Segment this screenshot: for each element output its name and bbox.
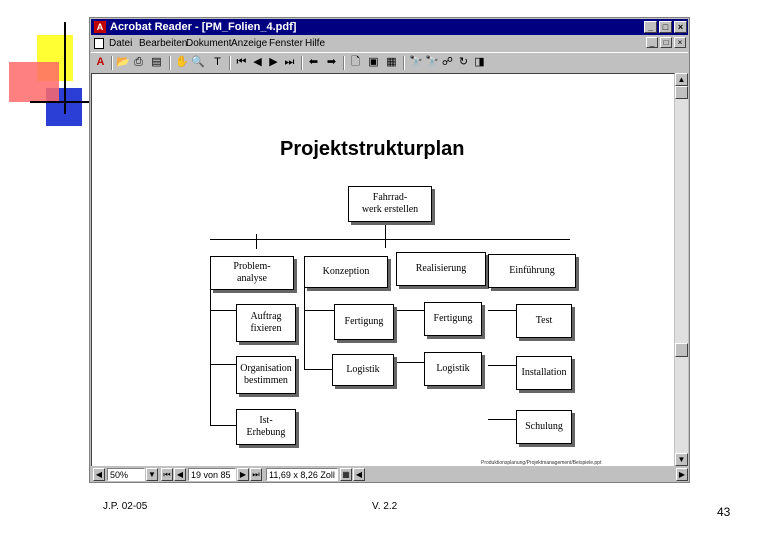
thumbnails-icon[interactable]: ◨ (473, 56, 486, 69)
wbs-box-installation: Installation (516, 356, 572, 390)
slide-page-number: 43 (717, 505, 731, 519)
toolbar-separator (343, 56, 345, 70)
wbs-root-box: Fahrrad- werk erstellen (348, 186, 432, 222)
scroll-left-small-button[interactable]: ◀ (353, 468, 365, 481)
connector-line (488, 310, 516, 311)
doc-close-button[interactable]: × (674, 37, 686, 48)
navigation-pane-icon[interactable]: ▤ (150, 56, 163, 69)
doc-maximize-button[interactable]: □ (660, 37, 672, 48)
wbs-box-konzeption-fertigung: Fertigung (334, 304, 394, 340)
page-size-field: 11,69 x 8,26 Zoll (266, 468, 338, 481)
previous-page-icon[interactable]: ◀ (251, 56, 264, 69)
menu-item-datei[interactable]: Datei (109, 36, 132, 51)
rotate-icon[interactable]: ↻ (457, 56, 470, 69)
scroll-up-button[interactable]: ▲ (675, 73, 688, 86)
first-page-button[interactable]: ⏮ (161, 468, 173, 481)
menu-bar: Datei Bearbeiten Dokument Anzeige Fenste… (91, 36, 688, 51)
zoom-tool-icon[interactable]: 🔍 (191, 56, 205, 69)
acrobat-icon: A (94, 21, 106, 33)
connector-line (392, 362, 424, 363)
close-button[interactable]: × (674, 21, 687, 33)
toolbar-separator (169, 56, 171, 70)
wbs-box-organisation: Organisation bestimmen (236, 356, 296, 394)
wbs-box-einfuehrung: Einführung (488, 254, 576, 288)
page-layout-button[interactable]: ▦ (340, 468, 352, 481)
document-icon[interactable] (94, 38, 104, 49)
deco-horizontal-line (30, 101, 90, 103)
vertical-scrollbar[interactable]: ▲ ▼ (675, 73, 688, 466)
scroll-down-button[interactable]: ▼ (675, 453, 688, 466)
scroll-left-button[interactable]: ◀ (93, 468, 105, 481)
wbs-box-ist-erhebung: Ist- Erhebung (236, 409, 296, 445)
menu-item-anzeige[interactable]: Anzeige (231, 36, 267, 51)
title-bar[interactable]: A Acrobat Reader - [PM_Folien_4.pdf] _ □… (91, 19, 688, 35)
wbs-box-schulung: Schulung (516, 410, 572, 444)
text-select-icon[interactable]: T (211, 56, 224, 69)
hand-tool-icon[interactable]: ✋ (175, 56, 189, 69)
wbs-box-realisierung-logistik: Logistik (424, 352, 482, 386)
toolbar: A 📂 ⎙ ▤ ✋ 🔍 T ⏮ ◀ ▶ ⏭ ⬅ ➡ 🗋 ▣ ▦ 🔭 🔭 ☍ ↻ … (91, 52, 688, 74)
menu-item-dokument[interactable]: Dokument (186, 36, 232, 51)
print-icon[interactable]: ⎙ (132, 56, 145, 69)
wbs-box-problemanalyse: Problem- analyse (210, 256, 294, 290)
scroll-right-button[interactable]: ▶ (676, 468, 688, 481)
deco-red-square (9, 62, 59, 102)
maximize-button[interactable]: □ (659, 21, 672, 33)
next-page-button[interactable]: ▶ (237, 468, 249, 481)
fit-page-icon[interactable]: ▣ (367, 56, 380, 69)
wbs-box-realisierung: Realisierung (396, 252, 486, 286)
menu-item-bearbeiten[interactable]: Bearbeiten (139, 36, 187, 51)
toolbar-separator (229, 56, 231, 70)
connector-line (304, 369, 334, 370)
connector-line (488, 419, 516, 420)
toolbar-separator (301, 56, 303, 70)
forward-icon[interactable]: ➡ (325, 56, 338, 69)
wbs-box-konzeption: Konzeption (304, 256, 388, 288)
wbs-box-realisierung-fertigung: Fertigung (424, 302, 482, 336)
wbs-box-test: Test (516, 304, 572, 338)
find-icon[interactable]: 🔭 (409, 56, 423, 69)
menu-item-fenster[interactable]: Fenster (269, 36, 303, 51)
zoom-dropdown-button[interactable]: ▼ (146, 468, 158, 481)
minimize-button[interactable]: _ (644, 21, 657, 33)
open-icon[interactable]: 📂 (116, 56, 130, 69)
last-page-icon[interactable]: ⏭ (283, 56, 296, 69)
last-page-button[interactable]: ⏭ (250, 468, 262, 481)
scroll-thumb[interactable] (675, 343, 688, 357)
document-view[interactable]: Projektstrukturplan Fahrrad- werk erstel… (91, 73, 674, 466)
search-icon[interactable]: 🔭 (425, 56, 439, 69)
status-bar: ◀ 50% ▼ ⏮ ◀ 19 von 85 ▶ ⏭ 11,69 x 8,26 Z… (91, 467, 688, 482)
connector-line (210, 239, 570, 240)
zoom-field[interactable]: 50% (107, 468, 145, 481)
fit-width-icon[interactable]: ▦ (385, 56, 398, 69)
wbs-box-konzeption-logistik: Logistik (332, 354, 394, 386)
acrobat-window: A Acrobat Reader - [PM_Folien_4.pdf] _ □… (89, 17, 690, 483)
menu-item-hilfe[interactable]: Hilfe (305, 36, 325, 51)
web-link-icon[interactable]: ☍ (441, 56, 454, 69)
actual-size-icon[interactable]: 🗋 (349, 56, 362, 69)
page-title: Projektstrukturplan (280, 138, 465, 160)
toolbar-separator (403, 56, 405, 70)
scroll-split-button[interactable] (675, 86, 688, 99)
connector-line (488, 365, 516, 366)
connector-line (256, 234, 257, 249)
toolbar-separator (111, 56, 113, 70)
previous-page-button[interactable]: ◀ (174, 468, 186, 481)
source-note: Produktionsplanung/Projektmanagement/Bei… (481, 460, 602, 466)
doc-minimize-button[interactable]: _ (646, 37, 658, 48)
first-page-icon[interactable]: ⏮ (235, 56, 248, 69)
wbs-box-auftrag: Auftrag fixieren (236, 304, 296, 342)
next-page-icon[interactable]: ▶ (267, 56, 280, 69)
connector-line (304, 310, 334, 311)
page-field[interactable]: 19 von 85 (188, 468, 236, 481)
footer-version: V. 2.2 (372, 501, 398, 512)
back-icon[interactable]: ⬅ (307, 56, 320, 69)
connector-line (392, 310, 424, 311)
window-title: Acrobat Reader - [PM_Folien_4.pdf] (110, 21, 297, 33)
footer-author: J.P. 02-05 (103, 501, 148, 512)
acrobat-logo-icon: A (96, 56, 105, 68)
